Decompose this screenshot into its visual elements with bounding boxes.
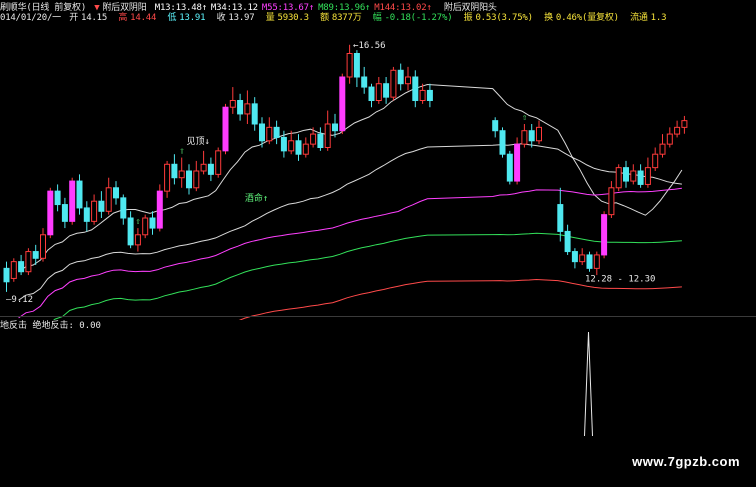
candle (317, 127, 324, 151)
candle (3, 261, 10, 292)
candle (229, 87, 236, 114)
candle (98, 191, 105, 218)
candle (178, 157, 185, 188)
candle (536, 120, 542, 145)
candle (426, 83, 433, 108)
candle (105, 177, 112, 215)
candle (528, 124, 535, 148)
candle (113, 181, 119, 205)
candle (405, 66, 411, 91)
candle (69, 177, 76, 225)
candle (302, 137, 309, 158)
candle (237, 93, 244, 121)
low-price-label: —9.12 (6, 295, 33, 305)
candle (368, 83, 375, 108)
signal-top-label: 见顶↓ (187, 136, 210, 147)
signal-bottom-label: 酒命↑ (245, 192, 268, 204)
candle (156, 184, 163, 232)
candle (492, 117, 499, 138)
candle (681, 115, 688, 134)
candle (361, 66, 368, 94)
candle (266, 117, 273, 145)
candle (521, 124, 528, 148)
candle (127, 211, 134, 249)
candle (324, 110, 331, 151)
ma-line-m13 (18, 83, 683, 273)
candle (390, 66, 397, 101)
candle (623, 160, 629, 188)
candle (383, 77, 390, 104)
candle (652, 147, 659, 171)
candle (40, 228, 46, 262)
candle (76, 174, 83, 215)
candle (499, 127, 506, 158)
candle (674, 120, 681, 138)
candle (47, 187, 54, 239)
candle (164, 160, 171, 198)
candle (186, 164, 192, 195)
buy-arrow-icon: ⇧ (522, 113, 527, 123)
candle (375, 77, 382, 104)
candle (18, 254, 25, 276)
ma-line-m89 (53, 232, 682, 320)
candle (601, 211, 608, 259)
pane-divider (0, 316, 756, 317)
candle (193, 160, 200, 192)
candle (91, 194, 98, 225)
high-price-label: ←16.56 (353, 41, 386, 51)
candle (134, 228, 141, 252)
candle (25, 248, 32, 276)
candle (200, 150, 207, 175)
candle (295, 134, 302, 161)
candle (353, 50, 360, 88)
watermark: www.7gpzb.com (632, 454, 740, 469)
candle (54, 184, 61, 212)
candle (310, 127, 317, 148)
candle (83, 201, 90, 232)
candle (514, 137, 521, 185)
buy-arrow-icon: ⇧ (179, 147, 184, 157)
candle (346, 44, 353, 84)
candle (564, 224, 571, 255)
candle (579, 248, 586, 265)
candle (207, 157, 214, 182)
indicator-spike (584, 331, 593, 437)
candle (571, 248, 578, 269)
buy-arrow-icon: ⇧ (135, 217, 140, 227)
candle (593, 251, 600, 276)
candle (608, 181, 615, 218)
candle (630, 164, 637, 185)
candle (339, 73, 346, 135)
candle (171, 154, 178, 185)
candlestick-chart[interactable]: ←16.56 —9.12 12.28 - 12.30 见顶↓ 酒命↑ ⇧ ⇧ ⇧ (0, 22, 756, 320)
candle (666, 127, 673, 148)
candle (149, 211, 156, 235)
candle (288, 130, 295, 155)
candle (273, 120, 280, 145)
candle (142, 214, 149, 239)
stock-chart-window: 刷顺华(日线 前复权) ▼ 附后双阴阳 M13:13.48↑ M34:13.12 M5… (0, 0, 756, 487)
candle (557, 187, 564, 242)
candle (61, 197, 68, 229)
candle (586, 251, 593, 272)
candle (506, 150, 513, 185)
candle (637, 164, 644, 188)
candle (615, 164, 622, 192)
candle (120, 194, 127, 225)
candle (222, 103, 229, 155)
candle (215, 147, 222, 178)
candle (412, 70, 419, 108)
candle (244, 90, 251, 124)
candle (659, 134, 666, 158)
gap-range-label: 12.28 - 12.30 (585, 275, 655, 285)
candle (397, 63, 404, 91)
candle (251, 97, 258, 131)
candle (644, 157, 651, 188)
ma-line-m144 (238, 278, 682, 320)
candle (10, 258, 17, 282)
